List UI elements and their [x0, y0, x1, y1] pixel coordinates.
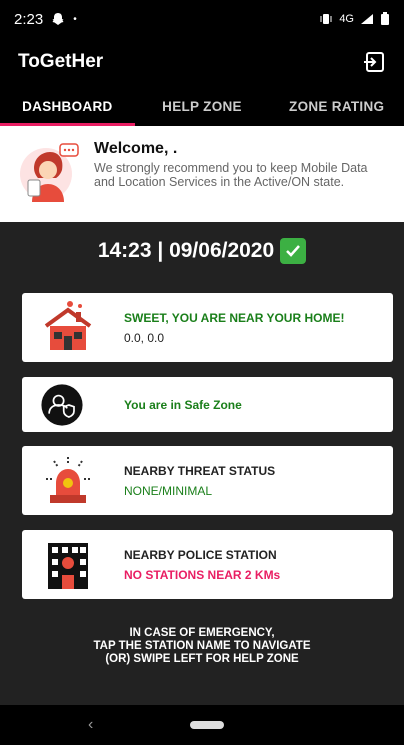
alarm-siren-icon — [46, 456, 90, 503]
emergency-line-2: TAP THE STATION NAME TO NAVIGATE — [93, 640, 311, 652]
tab-bar: DASHBOARD HELP ZONE ZONE RATING — [0, 86, 404, 126]
vibrate-icon — [320, 14, 332, 24]
system-nav-bar: ‹ — [0, 705, 404, 745]
woman-illustration-icon — [20, 143, 79, 202]
battery-icon — [381, 12, 389, 25]
welcome-title: Welcome, . — [94, 140, 178, 157]
emergency-line-3: (OR) SWIPE LEFT FOR HELP ZONE — [105, 653, 299, 665]
home-status-card[interactable]: SWEET, YOU ARE NEAR YOUR HOME! 0.0, 0.0 — [22, 293, 393, 362]
welcome-panel: Welcome, . We strongly recommend you to … — [0, 126, 404, 222]
police-station-title: NEARBY POLICE STATION — [124, 547, 277, 562]
threat-status-title: NEARBY THREAT STATUS — [124, 463, 276, 478]
home-pill-icon[interactable] — [190, 721, 224, 729]
house-icon — [44, 300, 92, 350]
app-title: ToGetHer — [18, 51, 104, 72]
checkmark-icon — [280, 238, 307, 264]
emergency-instructions: IN CASE OF EMERGENCY, TAP THE STATION NA… — [0, 627, 404, 666]
police-station-card[interactable]: NEARBY POLICE STATION NO STATIONS NEAR 2… — [22, 530, 393, 599]
home-status-title: SWEET, YOU ARE NEAR YOUR HOME! — [124, 310, 345, 325]
police-station-status[interactable]: NO STATIONS NEAR 2 KMs — [124, 568, 280, 582]
status-time: 2:23 — [14, 10, 44, 28]
datetime-text: 14:23 | 09/06/2020 — [97, 239, 275, 262]
user-shield-icon — [41, 383, 83, 426]
emergency-line-1: IN CASE OF EMERGENCY, — [129, 627, 275, 639]
safe-zone-text: You are in Safe Zone — [124, 397, 242, 412]
threat-status-value: NONE/MINIMAL — [124, 483, 213, 498]
tab-help-zone[interactable]: HELP ZONE — [135, 86, 270, 126]
status-bar: 2:23 • 4G — [0, 0, 404, 38]
police-station-icon — [48, 542, 88, 589]
back-icon[interactable]: ‹ — [88, 716, 93, 734]
logout-icon[interactable] — [362, 50, 386, 74]
snapchat-icon — [52, 13, 64, 25]
datetime-display: 14:23 | 09/06/2020 — [0, 238, 404, 264]
signal-icon — [361, 14, 373, 24]
tab-dashboard[interactable]: DASHBOARD — [0, 86, 135, 126]
welcome-message: We strongly recommend you to keep Mobile… — [94, 161, 368, 189]
safe-zone-card[interactable]: You are in Safe Zone — [22, 377, 393, 432]
app-bar: ToGetHer — [0, 38, 404, 86]
home-coordinates: 0.0, 0.0 — [124, 330, 165, 345]
network-type: 4G — [339, 13, 354, 25]
threat-status-card[interactable]: NEARBY THREAT STATUS NONE/MINIMAL — [22, 446, 393, 515]
notification-dot-icon: • — [73, 13, 77, 25]
tab-zone-rating[interactable]: ZONE RATING — [269, 86, 404, 126]
